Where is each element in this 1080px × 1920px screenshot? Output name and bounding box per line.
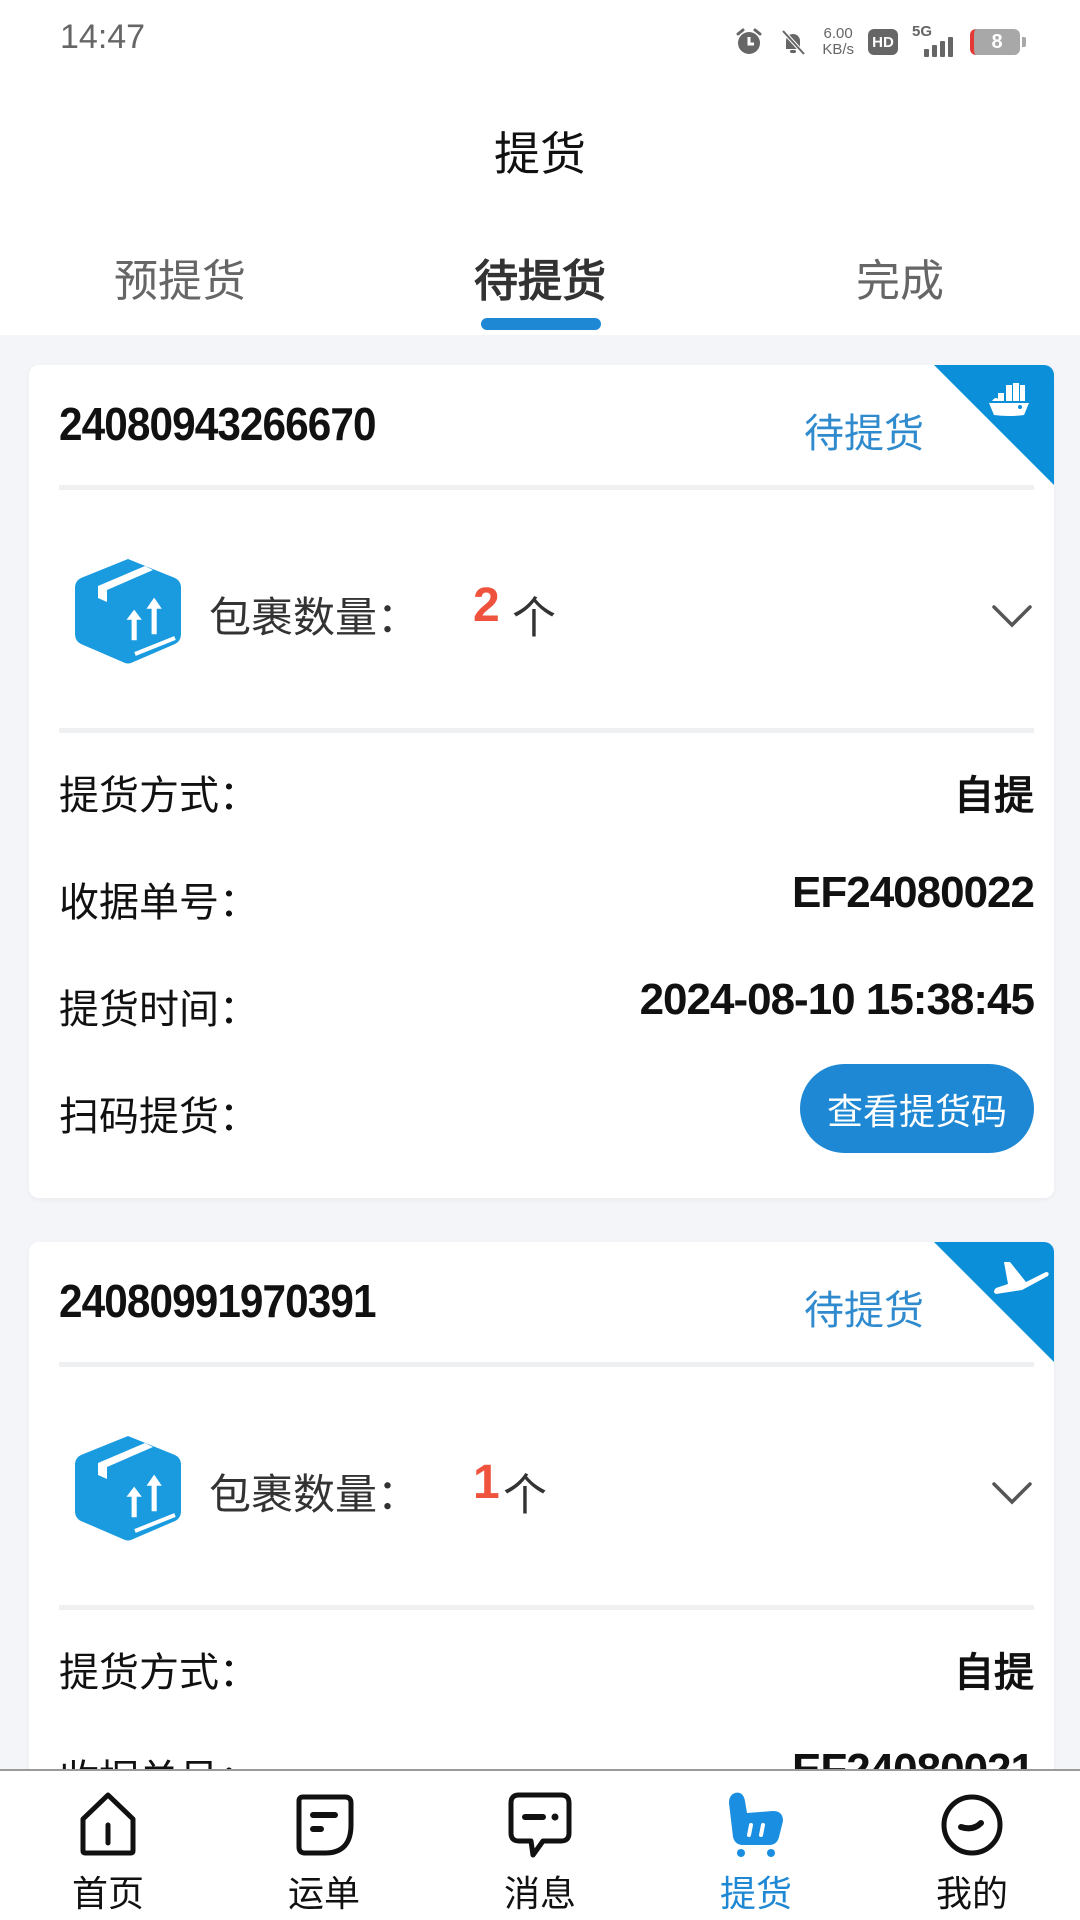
battery-icon: 8 (970, 29, 1026, 55)
tab-indicator (481, 318, 601, 330)
view-pickup-code-button[interactable]: 查看提货码 (800, 1064, 1034, 1153)
profile-icon (941, 1794, 1003, 1856)
waybill-icon (296, 1794, 354, 1856)
pickup-cart-icon (729, 1792, 783, 1857)
status-icons: 6.00 KB/s HD 5G 8 (734, 22, 1026, 62)
order-card-header: 24080991970391 待提货 (29, 1242, 1054, 1362)
order-id: 24080991970391 (59, 1275, 377, 1327)
status-time: 14:47 (60, 18, 146, 56)
nav-home[interactable]: 首页 (0, 1771, 216, 1920)
order-card-header: 24080943266670 待提货 (29, 365, 1054, 485)
info-label: 扫码提货： (59, 1094, 259, 1140)
info-row-scan-pickup: 扫码提货： 查看提货码 (29, 1054, 1054, 1194)
package-row[interactable]: 包裹数量： 2 个 (29, 490, 1054, 728)
pickup-method-value: 自提 (954, 1650, 1034, 1696)
info-row-pickup-method: 提货方式： 自提 (29, 1610, 1054, 1717)
home-icon (80, 1792, 136, 1856)
package-box-icon (75, 1436, 181, 1541)
order-status: 待提货 (804, 1288, 924, 1334)
nav-label: 运单 (287, 1874, 360, 1915)
order-id: 24080943266670 (59, 398, 377, 450)
mute-bell-icon (781, 29, 806, 56)
package-count: 2 (473, 579, 500, 632)
package-row[interactable]: 包裹数量： 1 个 (29, 1367, 1054, 1605)
tab-completed[interactable]: 完成 (720, 245, 1080, 309)
plane-icon (934, 1242, 1054, 1362)
order-status: 待提货 (804, 411, 924, 457)
alarm-icon (736, 28, 762, 54)
nav-waybill[interactable]: 运单 (216, 1771, 432, 1920)
package-box-icon (75, 559, 181, 664)
nav-pickup[interactable]: 提货 (648, 1771, 864, 1920)
hd-icon: HD (868, 29, 898, 55)
package-unit: 个 (512, 593, 556, 644)
package-unit: 个 (503, 1470, 547, 1521)
signal-icon: 5G (912, 23, 956, 59)
package-count-label: 包裹数量： (209, 593, 420, 642)
nav-label: 我的 (935, 1874, 1008, 1915)
chevron-down-icon[interactable] (992, 605, 1032, 629)
pickup-method-value: 自提 (954, 773, 1034, 819)
info-label: 提货时间： (59, 987, 259, 1033)
tab-bar: 预提货 待提货 完成 (0, 245, 1080, 335)
receipt-no-value: EF24080022 (792, 868, 1035, 917)
tab-pending-pickup[interactable]: 待提货 (360, 245, 720, 309)
package-count: 1 (473, 1456, 500, 1509)
info-label: 提货方式： (59, 773, 259, 819)
chevron-down-icon[interactable] (992, 1482, 1032, 1506)
page-title: 提货 (494, 127, 586, 181)
nav-label: 提货 (719, 1874, 792, 1915)
pickup-time-value: 2024-08-10 15:38:45 (639, 975, 1035, 1024)
ship-icon (934, 365, 1054, 485)
info-label: 提货方式： (59, 1650, 259, 1696)
info-row-pickup-method: 提货方式： 自提 (29, 733, 1054, 840)
info-row-receipt-no: 收据单号： EF24080022 (29, 840, 1054, 947)
nav-label: 首页 (71, 1874, 144, 1915)
tab-pre-pickup[interactable]: 预提货 (0, 245, 360, 309)
bottom-nav: 首页 运单 消息 提货 我的 (0, 1769, 1080, 1920)
net-speed: 6.00 KB/s (822, 25, 854, 58)
order-card[interactable]: 24080943266670 待提货 包裹数量： 2 个 提货方式： 自提 收据… (29, 365, 1054, 1198)
nav-messages[interactable]: 消息 (432, 1771, 648, 1920)
message-icon (508, 1792, 572, 1858)
nav-label: 消息 (503, 1874, 576, 1915)
info-row-pickup-time: 提货时间： 2024-08-10 15:38:45 (29, 947, 1054, 1054)
nav-profile[interactable]: 我的 (864, 1771, 1080, 1920)
info-label: 收据单号： (59, 880, 259, 926)
package-count-label: 包裹数量： (209, 1470, 420, 1519)
header: 14:47 6.00 KB/s HD 5G 8 提货 预提货 待提货 完成 (0, 0, 1080, 335)
